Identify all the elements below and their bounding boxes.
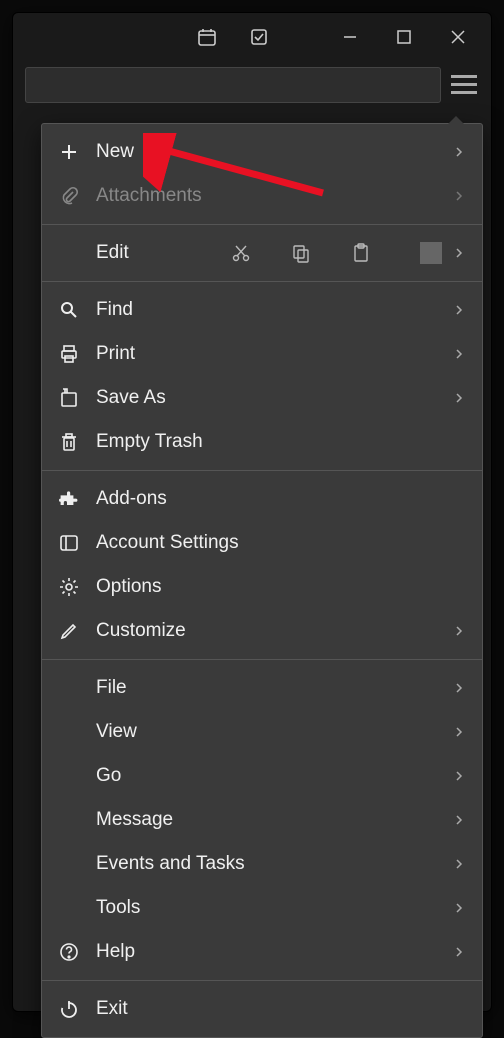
titlebar (13, 13, 491, 61)
app-window: New Attachments Edit (12, 12, 492, 1012)
menu-eventstasks[interactable]: Events and Tasks (42, 842, 482, 886)
close-button[interactable] (449, 28, 467, 46)
menu-label: Add-ons (96, 488, 466, 510)
chevron-right-icon (452, 725, 466, 739)
brush-icon (56, 618, 82, 644)
copy-icon[interactable] (290, 242, 312, 264)
menu-print[interactable]: Print (42, 332, 482, 376)
separator (42, 470, 482, 471)
menu-file[interactable]: File (42, 666, 482, 710)
menu-label: Save As (96, 387, 452, 409)
chevron-right-icon (452, 347, 466, 361)
menu-label: Print (96, 343, 452, 365)
chevron-right-icon (452, 945, 466, 959)
puzzle-icon (56, 486, 82, 512)
menu-accountsettings[interactable]: Account Settings (42, 521, 482, 565)
menu-label: Edit (96, 242, 230, 264)
hamburger-menu-button[interactable] (451, 71, 477, 97)
save-icon (56, 385, 82, 411)
menu-customize[interactable]: Customize (42, 609, 482, 653)
menu-label: Tools (96, 897, 452, 919)
menu-label: Empty Trash (96, 431, 466, 453)
menu-message[interactable]: Message (42, 798, 482, 842)
chevron-right-icon (452, 769, 466, 783)
help-icon (56, 939, 82, 965)
chevron-right-icon (452, 857, 466, 871)
chevron-right-icon (452, 624, 466, 638)
paperclip-icon (56, 183, 82, 209)
menu-addons[interactable]: Add-ons (42, 477, 482, 521)
separator (42, 659, 482, 660)
menu-help[interactable]: Help (42, 930, 482, 974)
menu-label: Events and Tasks (96, 853, 452, 875)
chevron-right-icon (452, 813, 466, 827)
menu-exit[interactable]: Exit (42, 987, 482, 1031)
chevron-right-icon (452, 145, 466, 159)
maximize-button[interactable] (395, 28, 413, 46)
separator (42, 224, 482, 225)
menu-find[interactable]: Find (42, 288, 482, 332)
chevron-right-icon (452, 246, 466, 260)
menu-label: New (96, 141, 452, 163)
chevron-right-icon (452, 391, 466, 405)
menu-label: Account Settings (96, 532, 466, 554)
chevron-right-icon (452, 303, 466, 317)
tasks-icon[interactable] (249, 27, 269, 47)
gear-icon (56, 574, 82, 600)
menu-edit[interactable]: Edit (42, 231, 482, 275)
menu-label: Options (96, 576, 466, 598)
app-menu: New Attachments Edit (41, 123, 483, 1038)
plus-icon (56, 139, 82, 165)
divider (420, 242, 442, 264)
minimize-button[interactable] (341, 28, 359, 46)
menu-label: View (96, 721, 452, 743)
menu-go[interactable]: Go (42, 754, 482, 798)
menu-label: Message (96, 809, 452, 831)
menu-attachments: Attachments (42, 174, 482, 218)
separator (42, 281, 482, 282)
search-input[interactable] (25, 67, 441, 103)
menu-label: File (96, 677, 452, 699)
menu-label: Go (96, 765, 452, 787)
menu-options[interactable]: Options (42, 565, 482, 609)
menu-label: Attachments (96, 185, 452, 207)
separator (42, 980, 482, 981)
menu-label: Help (96, 941, 452, 963)
menu-new[interactable]: New (42, 130, 482, 174)
print-icon (56, 341, 82, 367)
menu-view[interactable]: View (42, 710, 482, 754)
menu-emptytrash[interactable]: Empty Trash (42, 420, 482, 464)
chevron-right-icon (452, 901, 466, 915)
power-icon (56, 996, 82, 1022)
menu-tools[interactable]: Tools (42, 886, 482, 930)
menu-label: Exit (96, 998, 466, 1020)
calendar-icon[interactable] (197, 27, 217, 47)
account-icon (56, 530, 82, 556)
chevron-right-icon (452, 681, 466, 695)
menu-saveas[interactable]: Save As (42, 376, 482, 420)
menu-label: Customize (96, 620, 452, 642)
trash-icon (56, 429, 82, 455)
menu-label: Find (96, 299, 452, 321)
paste-icon[interactable] (350, 242, 372, 264)
chevron-right-icon (452, 189, 466, 203)
cut-icon[interactable] (230, 242, 252, 264)
search-icon (56, 297, 82, 323)
